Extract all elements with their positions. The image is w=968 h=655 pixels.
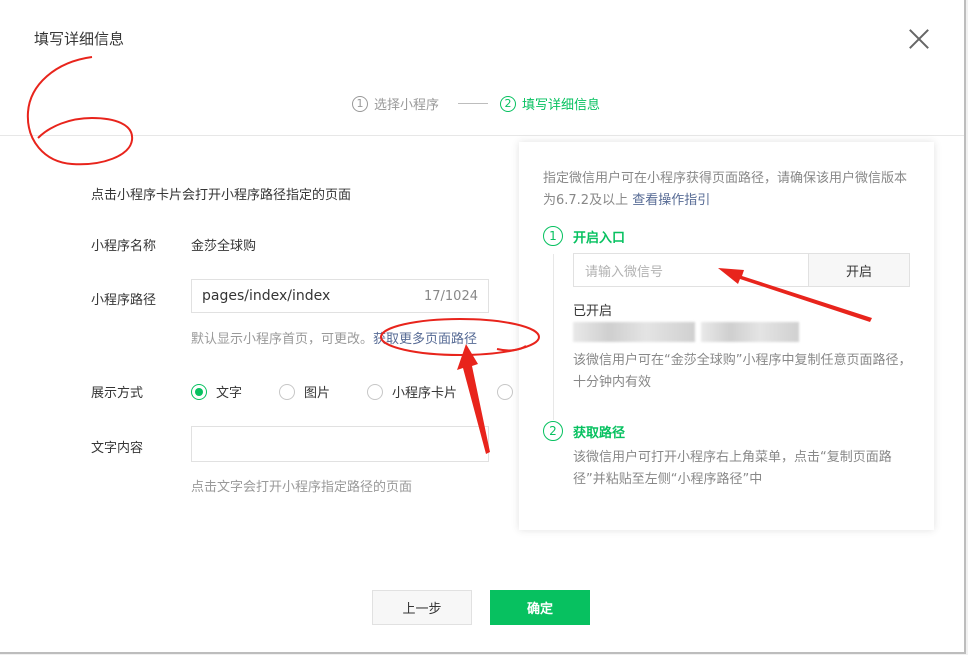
more-paths-link[interactable]: 获取更多页面路径	[373, 332, 477, 347]
panel-step-1-number: 1	[543, 226, 563, 246]
step-2-number: 2	[500, 95, 516, 112]
radio-image-dot	[279, 383, 295, 400]
step-connector	[553, 254, 554, 420]
step-1-number: 1	[352, 95, 368, 112]
path-char-count: 17/1024	[423, 288, 478, 304]
header-divider	[0, 135, 964, 136]
radio-text-dot	[191, 383, 207, 400]
path-help-panel: 指定微信用户可在小程序获得页面路径，请确保该用户微信版本为6.7.2及以上 查看…	[519, 142, 934, 530]
close-icon[interactable]	[906, 26, 932, 52]
dialog: 填写详细信息 1 选择小程序 2 填写详细信息 点击小程序卡片会打开小程序路径指…	[0, 0, 966, 654]
radio-text[interactable]: 文字	[191, 382, 279, 401]
step-divider	[458, 103, 488, 104]
path-input-value: pages/index/index	[202, 288, 331, 304]
name-label: 小程序名称	[91, 239, 157, 254]
text-content-input[interactable]	[191, 426, 489, 462]
radio-card-dot	[367, 383, 383, 400]
step-2: 2 填写详细信息	[500, 94, 600, 113]
panel-step-2-note: 该微信用户可打开小程序右上角菜单，点击“复制页面路径”并粘贴至左侧“小程序路径”…	[573, 450, 892, 487]
previous-step-button[interactable]: 上一步	[372, 590, 472, 625]
text-content-hint: 点击文字会打开小程序指定路径的页面	[191, 480, 413, 495]
radio-card-label: 小程序卡片	[392, 386, 458, 401]
panel-step-1: 1 开启入口	[543, 226, 625, 246]
panel-step-2-title: 获取路径	[573, 425, 626, 441]
dialog-title: 填写详细信息	[34, 30, 125, 48]
path-hint: 默认显示小程序首页，可更改。获取更多页面路径	[191, 328, 477, 347]
display-label: 展示方式	[91, 386, 144, 401]
radio-miniprogram-card[interactable]: 小程序卡片	[367, 382, 497, 401]
blurred-user-1	[573, 322, 695, 342]
name-value: 金莎全球购	[191, 239, 257, 254]
display-radio-group: 文字 图片 小程序卡片	[191, 382, 522, 401]
step-indicator: 1 选择小程序 2 填写详细信息	[0, 94, 964, 114]
step-1-label: 选择小程序	[374, 98, 440, 113]
text-content-label: 文字内容	[91, 441, 144, 456]
radio-extra-dot	[497, 383, 513, 400]
step-1: 1 选择小程序	[352, 94, 439, 113]
wechat-id-input[interactable]: 请输入微信号	[573, 253, 809, 287]
path-input[interactable]: pages/index/index 17/1024	[191, 279, 489, 313]
panel-step-2-number: 2	[543, 421, 563, 441]
confirm-button[interactable]: 确定	[490, 590, 590, 625]
form-description: 点击小程序卡片会打开小程序路径指定的页面	[91, 188, 352, 203]
guide-link[interactable]: 查看操作指引	[632, 193, 710, 208]
step-2-label: 填写详细信息	[522, 98, 601, 113]
panel-step-1-note: 该微信用户可在“金莎全球购”小程序中复制任意页面路径，十分钟内有效	[573, 353, 912, 390]
radio-image-label: 图片	[304, 386, 331, 401]
panel-description: 指定微信用户可在小程序获得页面路径，请确保该用户微信版本为6.7.2及以上 查看…	[543, 168, 913, 212]
enable-button[interactable]: 开启	[808, 253, 910, 287]
path-hint-text: 默认显示小程序首页，可更改。	[191, 332, 374, 347]
radio-image[interactable]: 图片	[279, 382, 367, 401]
blurred-user-2	[701, 322, 799, 342]
panel-step-1-title: 开启入口	[573, 230, 626, 246]
opened-label: 已开启	[573, 304, 613, 319]
wechat-id-placeholder: 请输入微信号	[585, 264, 664, 280]
radio-text-label: 文字	[216, 386, 243, 401]
path-label: 小程序路径	[91, 293, 157, 308]
panel-description-text: 指定微信用户可在小程序获得页面路径，请确保该用户微信版本为6.7.2及以上	[543, 171, 908, 208]
panel-step-2: 2 获取路径	[543, 421, 625, 441]
